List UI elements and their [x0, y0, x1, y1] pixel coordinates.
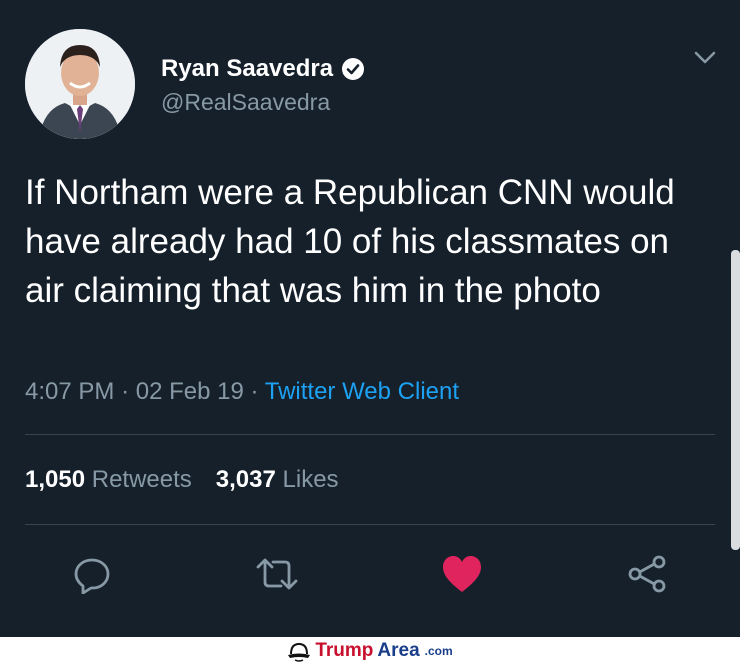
retweet-icon — [256, 558, 298, 590]
user-handle[interactable]: @RealSaavedra — [161, 89, 330, 116]
chevron-down-icon[interactable] — [694, 50, 716, 66]
tweet-meta: 4:07 PM · 02 Feb 19 · Twitter Web Client — [25, 378, 459, 406]
watermark-footer: Trump Area .com — [0, 637, 740, 665]
share-icon — [628, 555, 666, 593]
retweets-label: Retweets — [91, 466, 192, 493]
likes-stat[interactable]: 3,037 Likes — [216, 466, 339, 493]
tweet-date[interactable]: 02 Feb 19 — [136, 378, 244, 405]
reply-button[interactable] — [70, 552, 114, 596]
display-name-text: Ryan Saavedra — [161, 55, 334, 82]
trumparea-logo: Trump Area .com — [287, 640, 453, 662]
meta-separator-2: · — [250, 378, 259, 405]
scrollbar[interactable] — [731, 250, 740, 550]
likes-label: Likes — [282, 466, 339, 493]
retweets-count: 1,050 — [25, 466, 86, 493]
meta-separator: · — [121, 378, 130, 405]
tweet-stats: 1,050 Retweets 3,037 Likes — [25, 466, 339, 494]
like-button[interactable] — [440, 552, 484, 596]
divider — [25, 434, 715, 435]
brand-area: Area — [377, 640, 420, 661]
brand-trump: Trump — [315, 640, 374, 661]
brand-suffix: .com — [424, 644, 453, 658]
heart-icon — [443, 556, 481, 592]
tweet-source-link[interactable]: Twitter Web Client — [265, 378, 459, 405]
verified-badge-icon — [341, 57, 365, 81]
divider — [25, 524, 715, 525]
likes-count: 3,037 — [215, 466, 276, 493]
hat-icon — [288, 642, 311, 662]
retweets-stat[interactable]: 1,050 Retweets — [25, 466, 192, 493]
tweet-card: Ryan Saavedra @RealSaavedra If Northam w… — [0, 0, 740, 637]
tweet-time[interactable]: 4:07 PM — [25, 378, 114, 405]
retweet-button[interactable] — [255, 552, 299, 596]
reply-icon — [74, 558, 110, 594]
display-name[interactable]: Ryan Saavedra — [161, 55, 365, 83]
avatar-image — [25, 29, 135, 139]
tweet-text: If Northam were a Republican CNN would h… — [25, 173, 675, 310]
share-button[interactable] — [625, 552, 669, 596]
avatar[interactable] — [25, 29, 135, 139]
